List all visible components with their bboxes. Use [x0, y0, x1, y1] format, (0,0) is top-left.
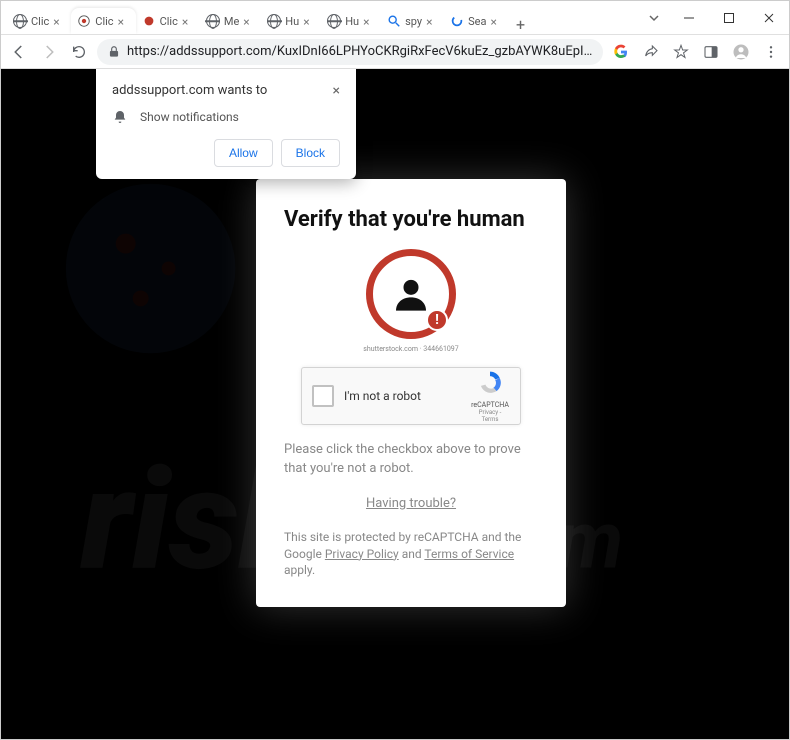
close-icon[interactable]: ×	[363, 15, 375, 27]
browser-window: Clic × Clic × Clic × M	[0, 0, 790, 740]
maximize-button[interactable]	[709, 4, 749, 32]
tab-1[interactable]: Clic ×	[71, 8, 135, 34]
tab-title: Clic	[95, 15, 113, 28]
new-tab-button[interactable]: +	[508, 15, 532, 34]
titlebar: Clic × Clic × Clic × M	[1, 1, 789, 35]
verify-card: Verify that you're human ! shutterstock.…	[256, 179, 566, 607]
close-icon[interactable]: ×	[182, 15, 194, 27]
globe-icon	[267, 14, 281, 28]
page-viewport: PC risk .com Verify that you're human ! …	[1, 69, 789, 739]
tab-title: Sea	[468, 15, 486, 28]
recaptcha-checkbox[interactable]	[312, 385, 334, 407]
close-icon[interactable]: ×	[118, 15, 130, 27]
spinner-icon	[450, 14, 464, 28]
recaptcha-widget: I'm not a robot reCAPTCHA Privacy - Term…	[301, 367, 521, 425]
toolbar: https://addssupport.com/KuxIDnI66LPHYoCK…	[1, 35, 789, 69]
close-icon[interactable]: ×	[426, 15, 438, 27]
close-icon[interactable]: ×	[333, 83, 340, 99]
reload-button[interactable]	[67, 40, 91, 64]
tab-title: Clic	[160, 15, 178, 28]
tab-title: Me	[224, 15, 239, 28]
tab-5[interactable]: Hu ×	[321, 8, 381, 34]
globe-icon	[13, 14, 27, 28]
popup-message: Show notifications	[140, 110, 239, 124]
tab-overflow-icon[interactable]	[639, 1, 669, 34]
notification-permission-popup: addssupport.com wants to × Show notifica…	[96, 69, 356, 179]
window-controls	[669, 1, 789, 34]
tab-0[interactable]: Clic ×	[7, 8, 71, 34]
menu-icon[interactable]	[759, 40, 783, 64]
back-button[interactable]	[7, 40, 31, 64]
globe-icon	[327, 14, 341, 28]
red-dot-icon	[77, 14, 91, 28]
recaptcha-label: I'm not a robot	[344, 389, 460, 403]
close-icon[interactable]: ×	[53, 15, 65, 27]
side-panel-icon[interactable]	[699, 40, 723, 64]
instruction-text: Please click the checkbox above to prove…	[284, 441, 538, 477]
tab-4[interactable]: Hu ×	[261, 8, 321, 34]
tab-2[interactable]: Clic ×	[136, 8, 200, 34]
search-icon	[387, 14, 401, 28]
close-icon[interactable]: ×	[243, 15, 255, 27]
lock-icon	[107, 45, 121, 59]
legal-text: This site is protected by reCAPTCHA and …	[284, 529, 538, 579]
privacy-policy-link[interactable]: Privacy Policy	[325, 547, 399, 561]
recaptcha-brand: reCAPTCHA	[470, 401, 510, 409]
share-icon[interactable]	[639, 40, 663, 64]
block-button[interactable]: Block	[281, 139, 340, 167]
close-icon[interactable]: ×	[490, 15, 502, 27]
image-caption: shutterstock.com · 344661097	[284, 345, 538, 353]
tab-title: Hu	[345, 15, 359, 28]
bell-icon	[112, 109, 128, 125]
terms-of-service-link[interactable]: Terms of Service	[424, 547, 514, 561]
tab-title: Clic	[31, 15, 49, 28]
popup-title: addssupport.com wants to	[112, 83, 267, 98]
google-search-icon[interactable]	[609, 40, 633, 64]
tab-3[interactable]: Me ×	[200, 8, 261, 34]
verify-human-icon: !	[366, 249, 456, 339]
tab-title: spy	[405, 15, 422, 28]
card-heading: Verify that you're human	[284, 207, 538, 233]
minimize-button[interactable]	[669, 4, 709, 32]
close-button[interactable]	[749, 4, 789, 32]
recaptcha-terms: Privacy - Terms	[470, 409, 510, 423]
tab-7[interactable]: Sea ×	[444, 8, 508, 34]
close-icon[interactable]: ×	[303, 15, 315, 27]
url-text: https://addssupport.com/KuxIDnI66LPHYoCK…	[127, 44, 593, 59]
tab-title: Hu	[285, 15, 299, 28]
globe-icon	[206, 14, 220, 28]
address-bar[interactable]: https://addssupport.com/KuxIDnI66LPHYoCK…	[97, 39, 603, 65]
profile-icon[interactable]	[729, 40, 753, 64]
bookmark-icon[interactable]	[669, 40, 693, 64]
allow-button[interactable]: Allow	[214, 139, 273, 167]
alert-badge-icon: !	[426, 309, 448, 331]
tab-6[interactable]: spy ×	[381, 8, 444, 34]
tab-strip: Clic × Clic × Clic × M	[1, 1, 639, 34]
having-trouble-link[interactable]: Having trouble?	[366, 496, 456, 511]
bug-icon	[142, 14, 156, 28]
forward-button[interactable]	[37, 40, 61, 64]
recaptcha-logo: reCAPTCHA Privacy - Terms	[470, 369, 510, 423]
